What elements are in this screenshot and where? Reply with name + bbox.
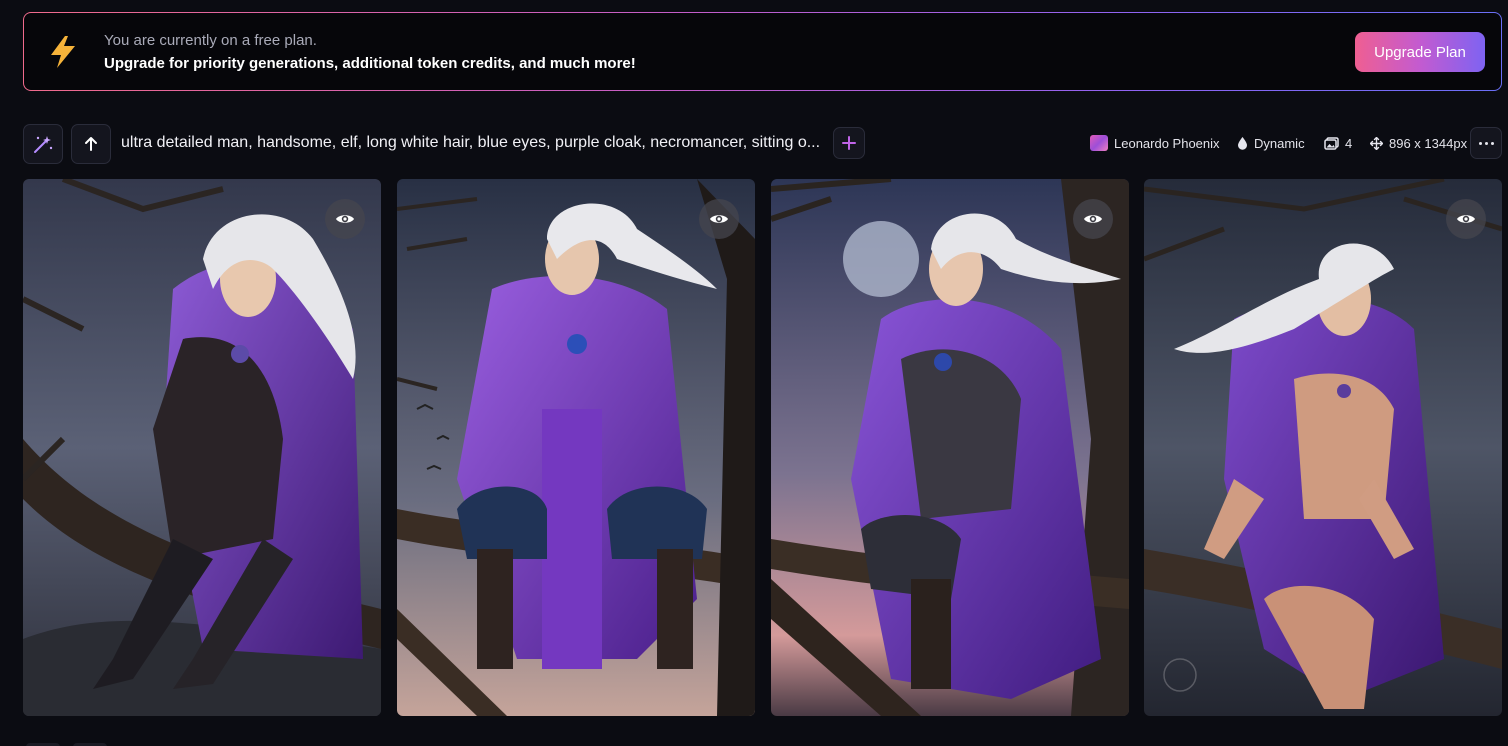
arrow-up-icon — [85, 137, 97, 151]
view-image-button[interactable] — [1446, 199, 1486, 239]
model-logo-icon — [1090, 135, 1108, 151]
plan-status-text: You are currently on a free plan. — [104, 32, 317, 49]
magic-wand-icon — [34, 136, 53, 153]
dot — [1478, 141, 1482, 145]
dot — [1490, 141, 1494, 145]
image-art — [1144, 179, 1502, 716]
generated-image-3[interactable] — [771, 179, 1129, 716]
model-info: Leonardo Phoenix — [1090, 134, 1220, 152]
generated-image-2[interactable] — [397, 179, 755, 716]
image-dimensions: 896 x 1344px — [1389, 135, 1468, 151]
view-image-button[interactable] — [1073, 199, 1113, 239]
droplet-icon — [1238, 137, 1247, 150]
view-image-button[interactable] — [699, 199, 739, 239]
generated-image-4[interactable] — [1144, 179, 1502, 716]
dot — [1484, 141, 1488, 145]
image-art — [771, 179, 1129, 716]
image-count-info: 4 — [1324, 134, 1352, 152]
eye-icon — [336, 215, 354, 223]
upgrade-promo-text: Upgrade for priority generations, additi… — [104, 55, 636, 72]
lightning-bolt-icon — [51, 36, 75, 68]
model-name: Leonardo Phoenix — [1114, 135, 1220, 151]
free-plan-banner: You are currently on a free plan. Upgrad… — [23, 12, 1502, 91]
plus-icon — [842, 136, 856, 150]
eye-icon — [1084, 215, 1102, 223]
style-info: Dynamic — [1237, 134, 1305, 152]
page: You are currently on a free plan. Upgrad… — [0, 0, 1508, 746]
upgrade-plan-button[interactable]: Upgrade Plan — [1355, 32, 1485, 72]
reuse-prompt-button[interactable] — [71, 124, 111, 164]
add-button[interactable] — [833, 127, 865, 159]
move-arrows-icon — [1370, 136, 1383, 150]
view-image-button[interactable] — [325, 199, 365, 239]
image-art — [397, 179, 755, 716]
style-name: Dynamic — [1254, 135, 1305, 151]
images-icon — [1324, 136, 1339, 150]
dimensions-info: 896 x 1344px — [1370, 134, 1467, 152]
image-count: 4 — [1345, 135, 1353, 151]
image-art — [23, 179, 381, 716]
eye-icon — [1457, 215, 1475, 223]
generated-image-1[interactable] — [23, 179, 381, 716]
prompt-text: ultra detailed man, handsome, elf, long … — [121, 134, 821, 151]
magic-wand-button[interactable] — [23, 124, 63, 164]
eye-icon — [710, 215, 728, 223]
more-options-button[interactable] — [1470, 127, 1502, 159]
